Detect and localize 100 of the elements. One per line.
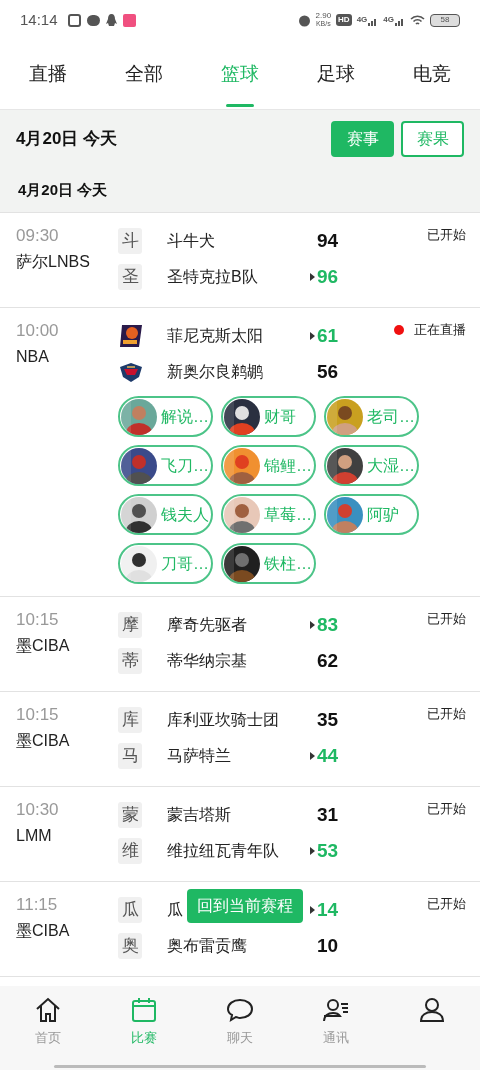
wifi-icon — [410, 14, 425, 26]
network-speed: 2.90 — [315, 12, 332, 20]
match-time: 11:15 — [16, 894, 59, 916]
team-name: 新奥尔良鹈鹕 — [167, 362, 263, 382]
home-icon — [34, 996, 62, 1024]
match-status: 已开始 — [427, 895, 466, 913]
team-name: 菲尼克斯太阳 — [167, 326, 263, 346]
match-time: 10:15 — [16, 609, 60, 631]
team-name: 斗牛犬 — [167, 231, 215, 251]
team-name: 瓜 — [167, 900, 183, 920]
team-score: 10 — [317, 933, 339, 958]
team-badge: 斗 — [118, 228, 142, 254]
sport-tab[interactable]: 足球 — [288, 40, 384, 109]
match-row[interactable]: 10:15 墨CIBA 库 库利亚坎骑士团 35 马 马萨特兰 44 已开始 — [0, 692, 480, 787]
team-badge: 库 — [118, 707, 142, 733]
back-to-current-button[interactable]: 回到当前赛程 — [187, 889, 303, 923]
commentator-chip[interactable]: 财哥 — [221, 396, 316, 437]
sport-tab[interactable]: 全部 — [96, 40, 192, 109]
commentator-chip[interactable]: 大湿… — [324, 445, 419, 486]
team-badge: 蒂 — [118, 648, 142, 674]
penguin-icon — [105, 13, 117, 27]
team-badge: 蒙 — [118, 802, 142, 828]
calendar-icon — [130, 996, 158, 1024]
contacts-icon — [322, 996, 350, 1024]
nav-tab[interactable]: 首页 — [0, 996, 96, 1070]
team-badge: 摩 — [118, 612, 142, 638]
battery-indicator: 58 — [430, 13, 460, 27]
team-badge: 维 — [118, 838, 142, 864]
team-name: 库利亚坎骑士团 — [167, 710, 279, 730]
team-name: 蒂华纳宗基 — [167, 651, 247, 671]
chat-icon — [226, 996, 254, 1024]
filter-button[interactable]: 赛果 — [401, 121, 464, 157]
section-header: 4月20日 今天 — [18, 179, 108, 200]
sport-tab[interactable]: 篮球 — [192, 40, 288, 109]
app-icon — [122, 13, 136, 27]
team-name: 摩奇先驱者 — [167, 615, 247, 635]
team-score: 44 — [317, 743, 339, 768]
team-score: 35 — [317, 707, 339, 732]
signal-icon — [368, 18, 379, 26]
team-score: 62 — [317, 648, 339, 673]
match-time: 09:30 — [16, 225, 60, 247]
league-name: 墨CIBA — [16, 921, 71, 941]
team-name: 马萨特兰 — [167, 746, 231, 766]
match-status: 已开始 — [427, 705, 466, 723]
commentator-chip[interactable]: 飞刀… — [118, 445, 213, 486]
team-score: 94 — [317, 228, 339, 253]
match-row[interactable]: 09:30 萨尔LNBS 斗 斗牛犬 94 圣 圣特克拉B队 96 已开始 — [0, 213, 480, 308]
nav-tab[interactable]: 聊天 — [192, 996, 288, 1070]
league-name: 萨尔LNBS — [16, 252, 91, 272]
match-status: 已开始 — [427, 800, 466, 818]
nav-tab[interactable]: 比赛 — [96, 996, 192, 1070]
sport-tab[interactable]: 电竞 — [384, 40, 480, 109]
sport-tab[interactable]: 直播 — [0, 40, 96, 109]
team-score: 96 — [317, 264, 339, 289]
match-time: 10:30 — [16, 799, 60, 821]
team-score: 31 — [317, 802, 339, 827]
team-score: 61 — [317, 323, 339, 348]
team-score: 14 — [317, 897, 339, 922]
user-icon — [418, 996, 446, 1024]
team-badge: 马 — [118, 743, 142, 769]
team-name: 维拉纽瓦青年队 — [167, 841, 279, 861]
app-icon — [67, 13, 81, 27]
commentator-chip[interactable]: 解说… — [118, 396, 213, 437]
match-status: 已开始 — [427, 226, 466, 244]
commentator-chip[interactable]: 锦鲤… — [221, 445, 316, 486]
league-name: 墨CIBA — [16, 731, 71, 751]
commentator-chip[interactable]: 草莓… — [221, 494, 316, 535]
date-label: 4月20日 今天 — [16, 128, 118, 151]
team-badge: 圣 — [118, 264, 142, 290]
sun-basketball-icon — [118, 323, 144, 349]
team-score: 83 — [317, 612, 339, 637]
match-time: 10:15 — [16, 704, 60, 726]
commentator-chip[interactable]: 刀哥… — [118, 543, 213, 584]
league-name: LMM — [16, 826, 53, 846]
team-name: 蒙吉塔斯 — [167, 805, 231, 825]
league-name: NBA — [16, 347, 50, 367]
nav-tab[interactable]: 通讯 — [288, 996, 384, 1070]
signal-icon — [395, 18, 405, 26]
team-score: 56 — [317, 359, 339, 384]
match-row[interactable]: 10:30 LMM 蒙 蒙吉塔斯 31 维 维拉纽瓦青年队 53 已开始 — [0, 787, 480, 882]
match-status: 正在直播 — [414, 321, 466, 339]
network-type: 4G — [356, 14, 368, 26]
team-name: 奥布雷贡鹰 — [167, 936, 247, 956]
league-name: 墨CIBA — [16, 636, 71, 656]
team-badge: 瓜 — [118, 897, 142, 923]
match-time: 10:00 — [16, 320, 60, 342]
commentator-chip[interactable]: 钱夫人 — [118, 494, 213, 535]
filter-button[interactable]: 赛事 — [331, 121, 394, 157]
network-type: 4G — [383, 14, 394, 26]
team-score: 53 — [317, 838, 339, 863]
match-row[interactable]: 10:15 墨CIBA 摩 摩奇先驱者 83 蒂 蒂华纳宗基 62 已开始 — [0, 597, 480, 692]
match-status: 已开始 — [427, 610, 466, 628]
hd-badge: HD — [336, 14, 352, 26]
commentator-chip[interactable]: 阿驴 — [324, 494, 419, 535]
match-row[interactable]: 10:00 NBA 菲尼克斯太阳 61 新奥尔良鹈鹕 56 解说… 财哥 老司… 飞刀… 锦鲤… 大湿… 钱夫人 草莓… 阿驴 刀哥… 铁柱… 正在直播 — [0, 308, 480, 597]
commentator-chip[interactable]: 铁柱… — [221, 543, 316, 584]
status-time: 14:14 — [20, 9, 58, 30]
commentator-chip[interactable]: 老司… — [324, 396, 419, 437]
team-name: 圣特克拉B队 — [167, 267, 258, 287]
team-badge: 奥 — [118, 933, 142, 959]
